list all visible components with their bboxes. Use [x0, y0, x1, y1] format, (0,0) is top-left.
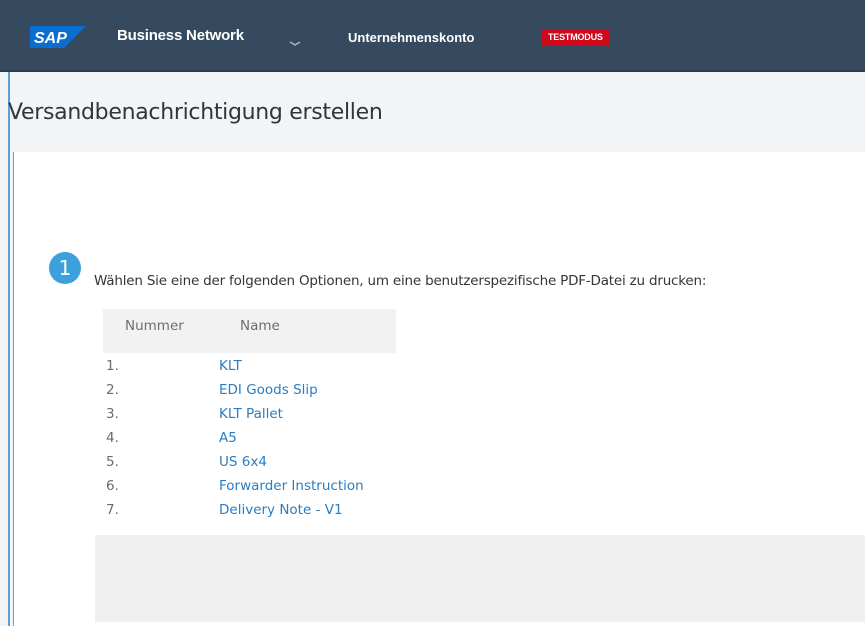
table-row: 4. A5	[0, 430, 865, 448]
step-instruction: Wählen Sie eine der folgenden Optionen, …	[94, 273, 707, 289]
row-number: 4.	[106, 430, 119, 446]
table-row: 2. EDI Goods Slip	[0, 382, 865, 400]
template-link-edi-goods-slip[interactable]: EDI Goods Slip	[219, 382, 318, 398]
left-rail-divider	[8, 72, 10, 626]
top-navigation-bar: SAP Business Network Unternehmenskonto T…	[0, 0, 865, 72]
page-title: Versandbenachrichtigung erstellen	[8, 100, 383, 125]
sap-logo[interactable]: SAP	[30, 26, 86, 48]
app-name[interactable]: Business Network	[117, 27, 244, 44]
test-mode-badge: TESTMODUS	[542, 29, 609, 46]
table-footer-area	[95, 535, 865, 622]
account-label[interactable]: Unternehmenskonto	[348, 30, 474, 45]
row-number: 5.	[106, 454, 119, 470]
row-number: 1.	[106, 358, 119, 374]
table-row: 6. Forwarder Instruction	[0, 478, 865, 496]
template-link-klt-pallet[interactable]: KLT Pallet	[219, 406, 283, 422]
template-link-us-6x4[interactable]: US 6x4	[219, 454, 267, 470]
table-row: 5. US 6x4	[0, 454, 865, 472]
table-row: 7. Delivery Note - V1	[0, 502, 865, 520]
table-row: 3. KLT Pallet	[0, 406, 865, 424]
chevron-down-icon[interactable]	[289, 34, 301, 46]
row-number: 7.	[106, 502, 119, 518]
step-number-badge: 1	[49, 252, 81, 284]
row-number: 3.	[106, 406, 119, 422]
template-link-a5[interactable]: A5	[219, 430, 237, 446]
sap-logo-text: SAP	[34, 30, 67, 47]
table-row: 1. KLT	[0, 358, 865, 376]
template-link-klt[interactable]: KLT	[219, 358, 242, 374]
row-number: 2.	[106, 382, 119, 398]
row-number: 6.	[106, 478, 119, 494]
column-header-number[interactable]: Nummer	[125, 318, 184, 334]
template-link-forwarder-instruction[interactable]: Forwarder Instruction	[219, 478, 364, 494]
column-header-name[interactable]: Name	[240, 318, 280, 334]
template-link-delivery-note-v1[interactable]: Delivery Note - V1	[219, 502, 343, 518]
